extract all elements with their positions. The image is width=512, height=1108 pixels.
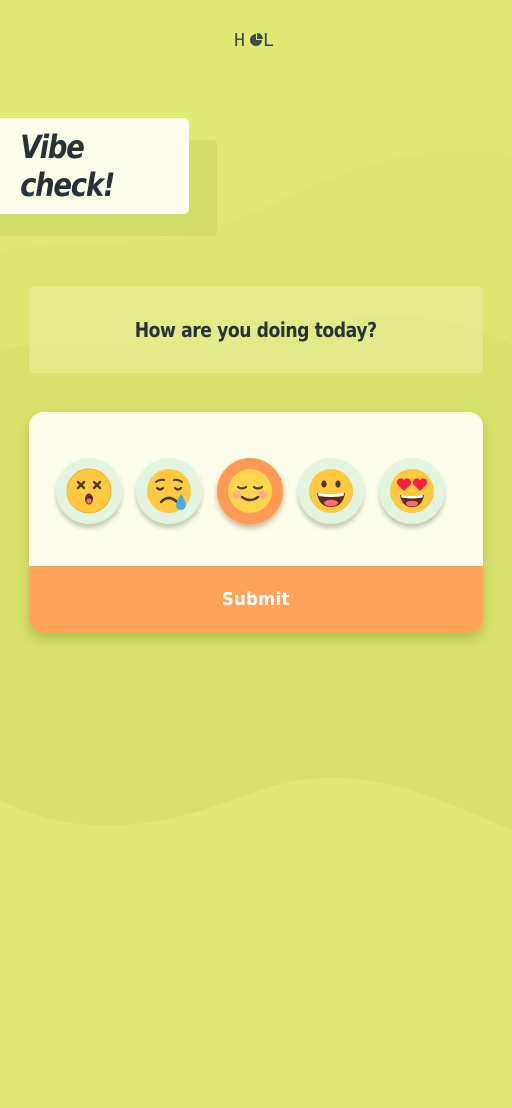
app-logo: HL <box>0 30 512 51</box>
submit-button-label: Submit <box>222 589 290 610</box>
heart-eyes-face-icon <box>390 469 434 513</box>
title-card: Vibe check! <box>0 118 189 214</box>
submit-button[interactable]: Submit <box>29 566 483 633</box>
dizzy-face-icon <box>66 468 112 514</box>
mood-option-love[interactable] <box>379 458 445 524</box>
mood-option-sad[interactable] <box>136 458 202 524</box>
question-box: How are you doing today? <box>29 286 483 373</box>
page-title: Vibe check! <box>20 128 115 204</box>
mood-card: Submit <box>29 412 483 633</box>
mood-options <box>29 458 483 526</box>
mood-option-content[interactable] <box>217 458 283 524</box>
question-text: How are you doing today? <box>135 317 377 342</box>
circle-pie-icon <box>250 33 263 46</box>
mood-option-happy[interactable] <box>298 458 364 524</box>
logo-letter-right: L <box>263 30 278 51</box>
content-smile-face-icon <box>228 469 272 513</box>
grinning-face-icon <box>309 469 353 513</box>
mood-option-dizzy[interactable] <box>56 458 122 524</box>
logo-letter-left: H <box>234 30 249 51</box>
sad-tear-face-icon <box>147 469 191 513</box>
